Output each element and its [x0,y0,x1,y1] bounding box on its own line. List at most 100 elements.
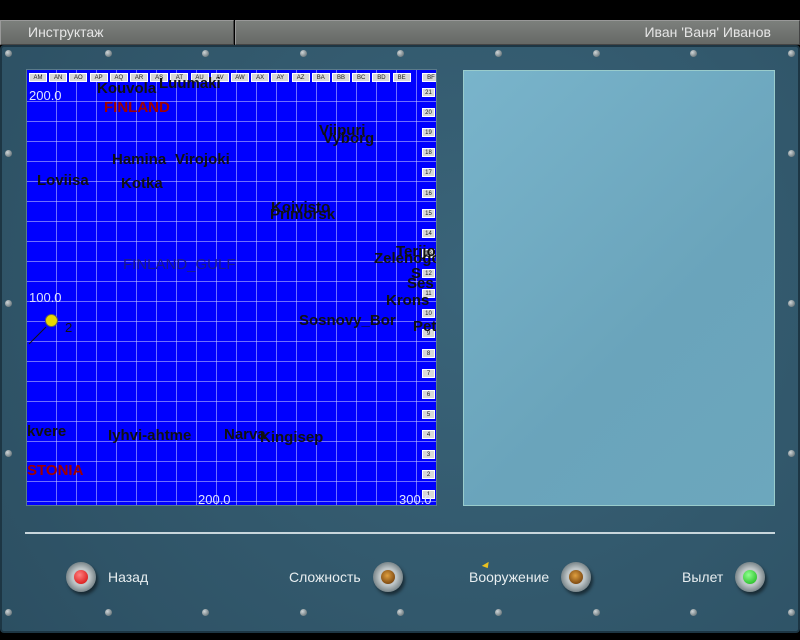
row-header: 10 [422,309,435,319]
screw-icon [397,609,404,616]
column-header: AO [69,73,88,82]
grid-line [27,461,436,462]
grid-line [27,101,436,102]
map-label: Vyborg [323,130,375,147]
row-header: 20 [422,108,435,118]
user-tab: Иван 'Ваня' Иванов [235,20,800,45]
info-panel [463,70,775,506]
grid-line [27,481,436,482]
grid-line [27,201,436,202]
map-label: kvere [27,423,67,440]
grid-line [27,221,436,222]
coord-label: 200.0 [198,492,231,506]
row-header: 15 [422,208,435,218]
screw-icon [5,450,12,457]
grid-line [27,381,436,382]
map-label: Kotka [121,175,163,192]
column-header: AM [29,73,47,82]
row-header: 8 [422,349,435,359]
pilot-name: Иван 'Ваня' Иванов [644,24,771,40]
weapons-label: Вооружение [469,569,550,585]
map-label: Zelenogorsk [374,250,436,267]
green-lamp-icon [735,562,766,592]
screw-icon [5,609,12,616]
screw-icon [202,50,209,57]
screw-icon [593,609,600,616]
map-label: Primorsk [270,206,336,223]
screw-icon [5,300,12,307]
grid-line [76,70,77,505]
grid-line [27,161,436,162]
column-header: AX [251,73,270,82]
map-label: Kouvola [97,80,157,97]
map-label: Pet [413,318,437,335]
screw-icon [593,50,600,57]
row-header: 16 [422,188,435,198]
briefing-map[interactable]: AM AN AO AP AQ AR AS AT AU AV AW AX AY AZ BA BB BC BD BE BF… [26,69,437,506]
screw-icon [495,609,502,616]
grid-line [27,501,436,502]
screw-icon [690,50,697,57]
grid-line [27,421,436,422]
grid-line [27,241,436,242]
map-label: Luumaki [159,75,221,92]
column-header: AZ [291,73,310,82]
red-lamp-icon [66,562,96,592]
screw-icon [788,150,795,157]
difficulty-label: Сложность [289,569,361,585]
grid-line [27,121,436,122]
screw-icon [5,50,12,57]
column-header: AY [271,73,290,82]
screw-icon [788,450,795,457]
coord-label: 300.0 [399,492,432,506]
screw-icon [788,609,795,616]
grid-line [216,70,217,505]
grid-line [96,70,97,505]
waypoint-label: 2 [65,320,73,335]
screw-icon [5,150,12,157]
screw-icon [690,609,697,616]
screw-icon [105,50,112,57]
waypoint-marker[interactable] [45,314,58,327]
column-header: BC [352,73,371,82]
map-label: Ses [407,275,434,292]
column-header: BB [332,73,350,82]
column-header: BA [311,73,330,82]
launch-button[interactable]: Вылет [682,562,766,592]
row-header: 19 [422,128,435,138]
grid-line [376,70,377,505]
screen-title: Инструктаж [28,24,104,40]
country-label: STONIA [27,462,84,479]
column-header: AN [49,73,68,82]
row-header: 4 [422,429,435,439]
grid-line [27,301,436,302]
amber-lamp-icon [561,562,592,592]
top-bar: Инструктаж Иван 'Ваня' Иванов [0,20,800,45]
map-label: Virojoki [175,151,230,168]
row-header: 3 [422,449,435,459]
amber-lamp-icon [372,562,403,592]
column-header: AW [231,73,249,82]
map-label: Hamina [112,151,167,168]
difficulty-button[interactable]: Сложность [289,562,403,592]
launch-label: Вылет [682,569,724,585]
back-button[interactable]: Назад [66,562,148,592]
screw-icon [202,609,209,616]
grid-line [396,70,397,505]
coord-label: 200.0 [29,88,62,103]
row-header: 6 [422,389,435,399]
map-label: Loviisa [37,172,89,189]
row-header: 21 [422,88,435,97]
grid-line [27,401,436,402]
grid-line [436,70,437,505]
column-header: BF [422,73,436,82]
grid-line [196,70,197,505]
row-header: 2 [422,469,435,479]
grid-line [27,281,436,282]
row-header: 14 [422,228,435,238]
row-header: 17 [422,168,435,178]
screw-icon [300,50,307,57]
grid-line [27,141,436,142]
column-header: BD [372,73,391,82]
screw-icon [105,609,112,616]
